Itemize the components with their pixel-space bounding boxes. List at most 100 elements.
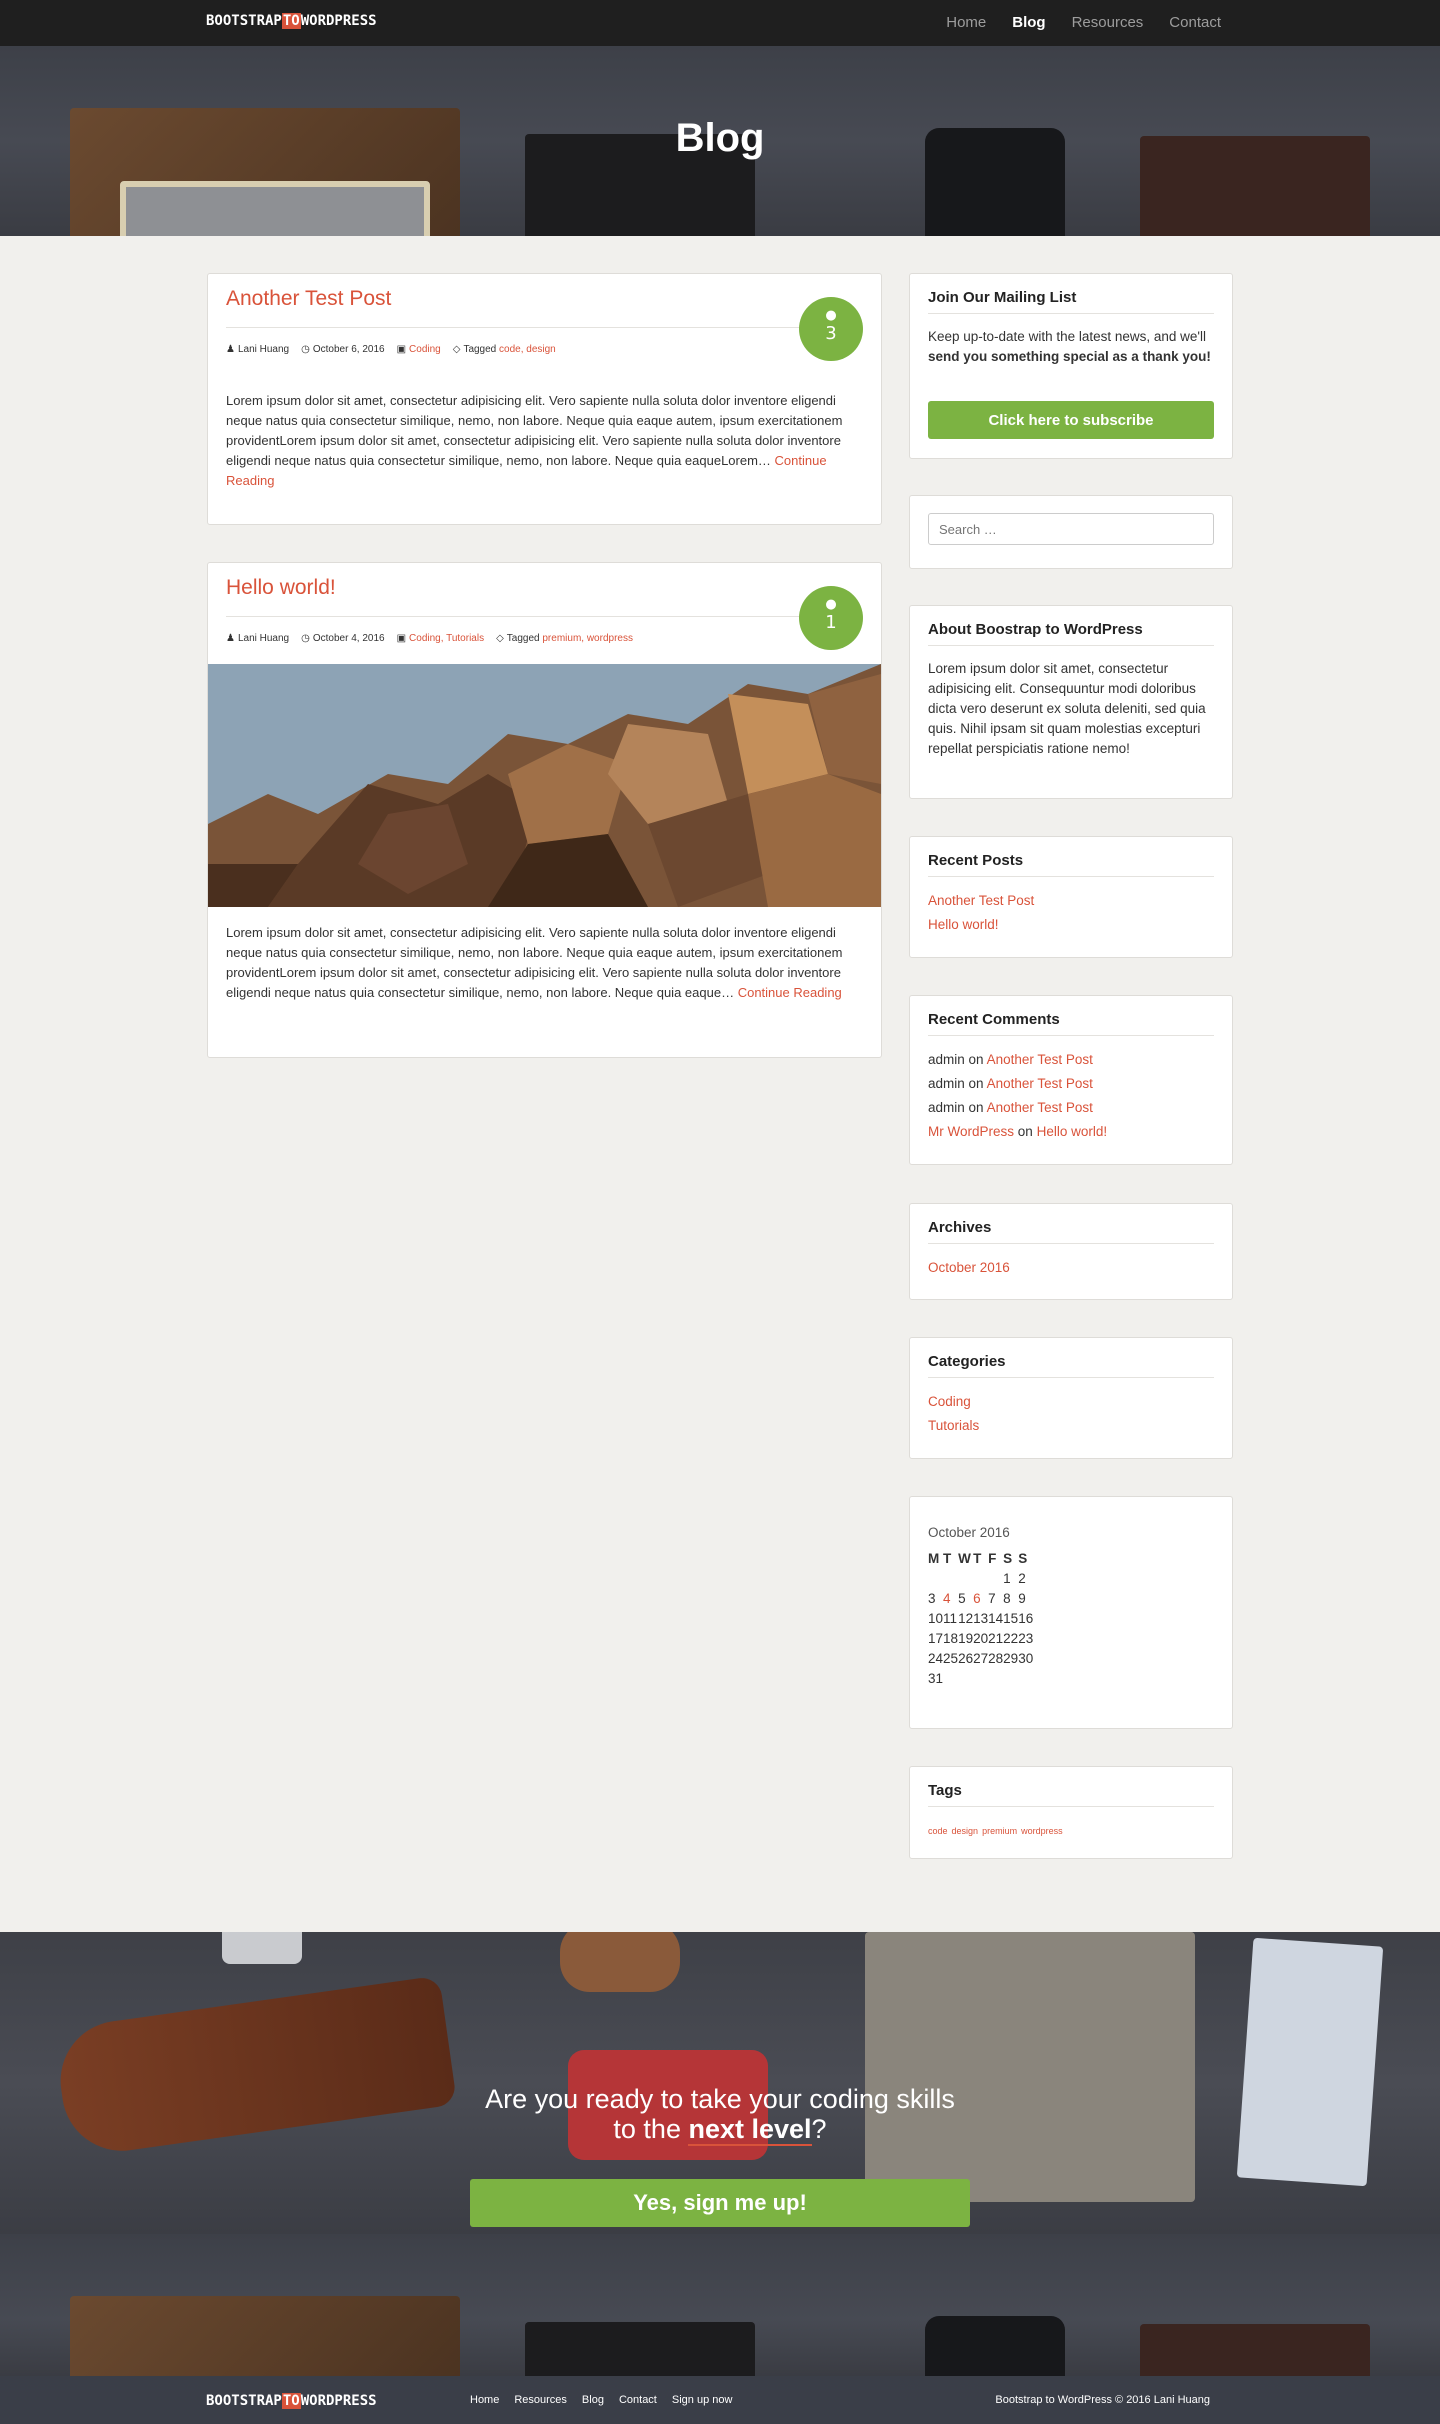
calendar-weekday: S xyxy=(1003,1551,1013,1566)
comment-post-link[interactable]: Hello world! xyxy=(1037,1124,1108,1139)
post-categories[interactable]: Coding, Tutorials xyxy=(409,633,484,644)
on-label: on xyxy=(968,1052,984,1067)
calendar-day xyxy=(973,1669,988,1689)
calendar-day: 31 xyxy=(928,1671,944,1686)
comment-count-badge[interactable]: ● 1 xyxy=(799,586,863,650)
nav-item-contact[interactable]: Contact xyxy=(1156,0,1234,46)
band-leather-wallet xyxy=(1140,2324,1370,2376)
nav-item-blog[interactable]: Blog xyxy=(999,0,1058,46)
calendar-day: 26 xyxy=(958,1651,974,1666)
calendar-day: 3 xyxy=(928,1591,936,1606)
nav-item-home[interactable]: Home xyxy=(933,0,999,46)
post-categories[interactable]: Coding xyxy=(409,344,441,355)
post-title[interactable]: Another Test Post xyxy=(226,287,391,311)
excerpt-text: Lorem ipsum dolor sit amet, consectetur … xyxy=(226,393,843,468)
comment-count-badge[interactable]: ● 3 xyxy=(799,297,863,361)
folder-icon: ▣ xyxy=(396,633,407,644)
calendar-week: 17 18 19 20 21 22 23 xyxy=(928,1629,1033,1649)
blog-post: Another Test Post ● 3 ♟ Lani Huang ◷ Octob… xyxy=(207,273,882,525)
tag-link[interactable]: premium xyxy=(982,1826,1017,1836)
calendar-day-link[interactable]: 4 xyxy=(943,1591,951,1606)
calendar-day: 19 xyxy=(958,1631,974,1646)
band-wallet-black xyxy=(525,2322,755,2376)
calendar-day: 5 xyxy=(958,1591,966,1606)
footer-link-contact[interactable]: Contact xyxy=(619,2376,657,2424)
post-tags[interactable]: premium, wordpress xyxy=(542,633,633,644)
calendar-day xyxy=(958,1669,973,1689)
tag-link[interactable]: code xyxy=(928,1826,948,1836)
list-item: admin on Another Test Post xyxy=(928,1048,1214,1072)
archives-list: October 2016 xyxy=(928,1256,1214,1280)
post-meta: ♟ Lani Huang ◷ October 6, 2016 ▣ Coding ◇ Ta… xyxy=(226,344,556,355)
comment-author: admin xyxy=(928,1052,965,1067)
post-author: Lani Huang xyxy=(237,633,290,644)
calendar-day: 17 xyxy=(928,1631,944,1646)
categories-list: Coding Tutorials xyxy=(928,1390,1214,1438)
widget-title: Recent Comments xyxy=(928,1011,1214,1036)
calendar-day[interactable]: 6 xyxy=(973,1589,988,1609)
comment-author: admin xyxy=(928,1076,965,1091)
comment-post-link[interactable]: Another Test Post xyxy=(987,1076,1093,1091)
nav-menu: Home Blog Resources Contact xyxy=(933,0,1234,46)
search-widget xyxy=(909,495,1233,569)
search-input[interactable] xyxy=(928,513,1214,545)
footer: BOOTSTRAPTOWORDPRESS Home Resources Blog… xyxy=(0,2376,1440,2424)
brand-text-mid: TO xyxy=(281,13,301,29)
footer-link-resources[interactable]: Resources xyxy=(514,2376,567,2424)
widget-title: Join Our Mailing List xyxy=(928,289,1214,314)
band-wooden-box xyxy=(70,2296,460,2376)
calendar-day[interactable]: 4 xyxy=(943,1589,958,1609)
calendar-day: 27 xyxy=(973,1651,989,1666)
signup-button[interactable]: Yes, sign me up! xyxy=(470,2179,970,2227)
divider xyxy=(226,327,863,328)
subscribe-button[interactable]: Click here to subscribe xyxy=(928,401,1214,439)
folder-icon: ▣ xyxy=(396,344,407,355)
calendar-day: 7 xyxy=(988,1591,996,1606)
band-zip-wallet xyxy=(925,2316,1065,2376)
recent-post-link[interactable]: Hello world! xyxy=(928,917,999,932)
calendar-week: 10 11 12 13 14 15 16 xyxy=(928,1609,1033,1629)
cta-book xyxy=(865,1932,1195,2202)
comment-author-link[interactable]: Mr WordPress xyxy=(928,1124,1014,1139)
calendar-day: 8 xyxy=(1003,1591,1011,1606)
cta-camera-lens xyxy=(222,1932,302,1964)
mailing-list-widget: Join Our Mailing List Keep up-to-date wi… xyxy=(909,273,1233,459)
calendar-day: 29 xyxy=(1003,1651,1019,1666)
list-item: Mr WordPress on Hello world! xyxy=(928,1120,1214,1144)
cta-headline: Are you ready to take your coding skills… xyxy=(0,2084,1440,2146)
comment-post-link[interactable]: Another Test Post xyxy=(987,1052,1093,1067)
category-link[interactable]: Tutorials xyxy=(928,1418,979,1433)
recent-posts-list: Another Test Post Hello world! xyxy=(928,889,1214,937)
calendar-weekday: F xyxy=(988,1551,997,1566)
nav-item-resources[interactable]: Resources xyxy=(1059,0,1157,46)
archive-link[interactable]: October 2016 xyxy=(928,1260,1010,1275)
calendar-day xyxy=(973,1569,988,1589)
continue-reading-link[interactable]: Continue Reading xyxy=(738,985,842,1000)
widget-title: Archives xyxy=(928,1219,1214,1244)
calendar-week: 3456789 xyxy=(928,1589,1033,1609)
user-icon: ♟ xyxy=(226,344,235,355)
on-label: on xyxy=(968,1076,984,1091)
tag-link[interactable]: wordpress xyxy=(1021,1826,1063,1836)
calendar-day: 1 xyxy=(1003,1571,1011,1586)
recent-post-link[interactable]: Another Test Post xyxy=(928,893,1034,908)
featured-image[interactable] xyxy=(208,664,881,907)
tag-icon: ◇ xyxy=(496,633,504,644)
footer-link-blog[interactable]: Blog xyxy=(582,2376,604,2424)
top-navbar: BOOTSTRAPTOWORDPRESS Home Blog Resources… xyxy=(0,0,1440,46)
calendar-day: 20 xyxy=(973,1631,989,1646)
footer-link-home[interactable]: Home xyxy=(470,2376,499,2424)
brand-logo[interactable]: BOOTSTRAPTOWORDPRESS xyxy=(206,13,377,29)
footer-link-signup[interactable]: Sign up now xyxy=(672,2376,733,2424)
category-link[interactable]: Coding xyxy=(928,1394,971,1409)
calendar-day: 23 xyxy=(1018,1631,1034,1646)
list-item: Another Test Post xyxy=(928,889,1214,913)
calendar-day-link[interactable]: 6 xyxy=(973,1591,981,1606)
post-tags[interactable]: code, design xyxy=(499,344,556,355)
footer-brand-logo[interactable]: BOOTSTRAPTOWORDPRESS xyxy=(206,2393,377,2409)
list-item: Tutorials xyxy=(928,1414,1214,1438)
comment-post-link[interactable]: Another Test Post xyxy=(987,1100,1093,1115)
post-title[interactable]: Hello world! xyxy=(226,576,336,600)
main-content: Another Test Post ● 3 ♟ Lani Huang ◷ Octob… xyxy=(0,236,1440,1932)
tag-link[interactable]: design xyxy=(952,1826,979,1836)
